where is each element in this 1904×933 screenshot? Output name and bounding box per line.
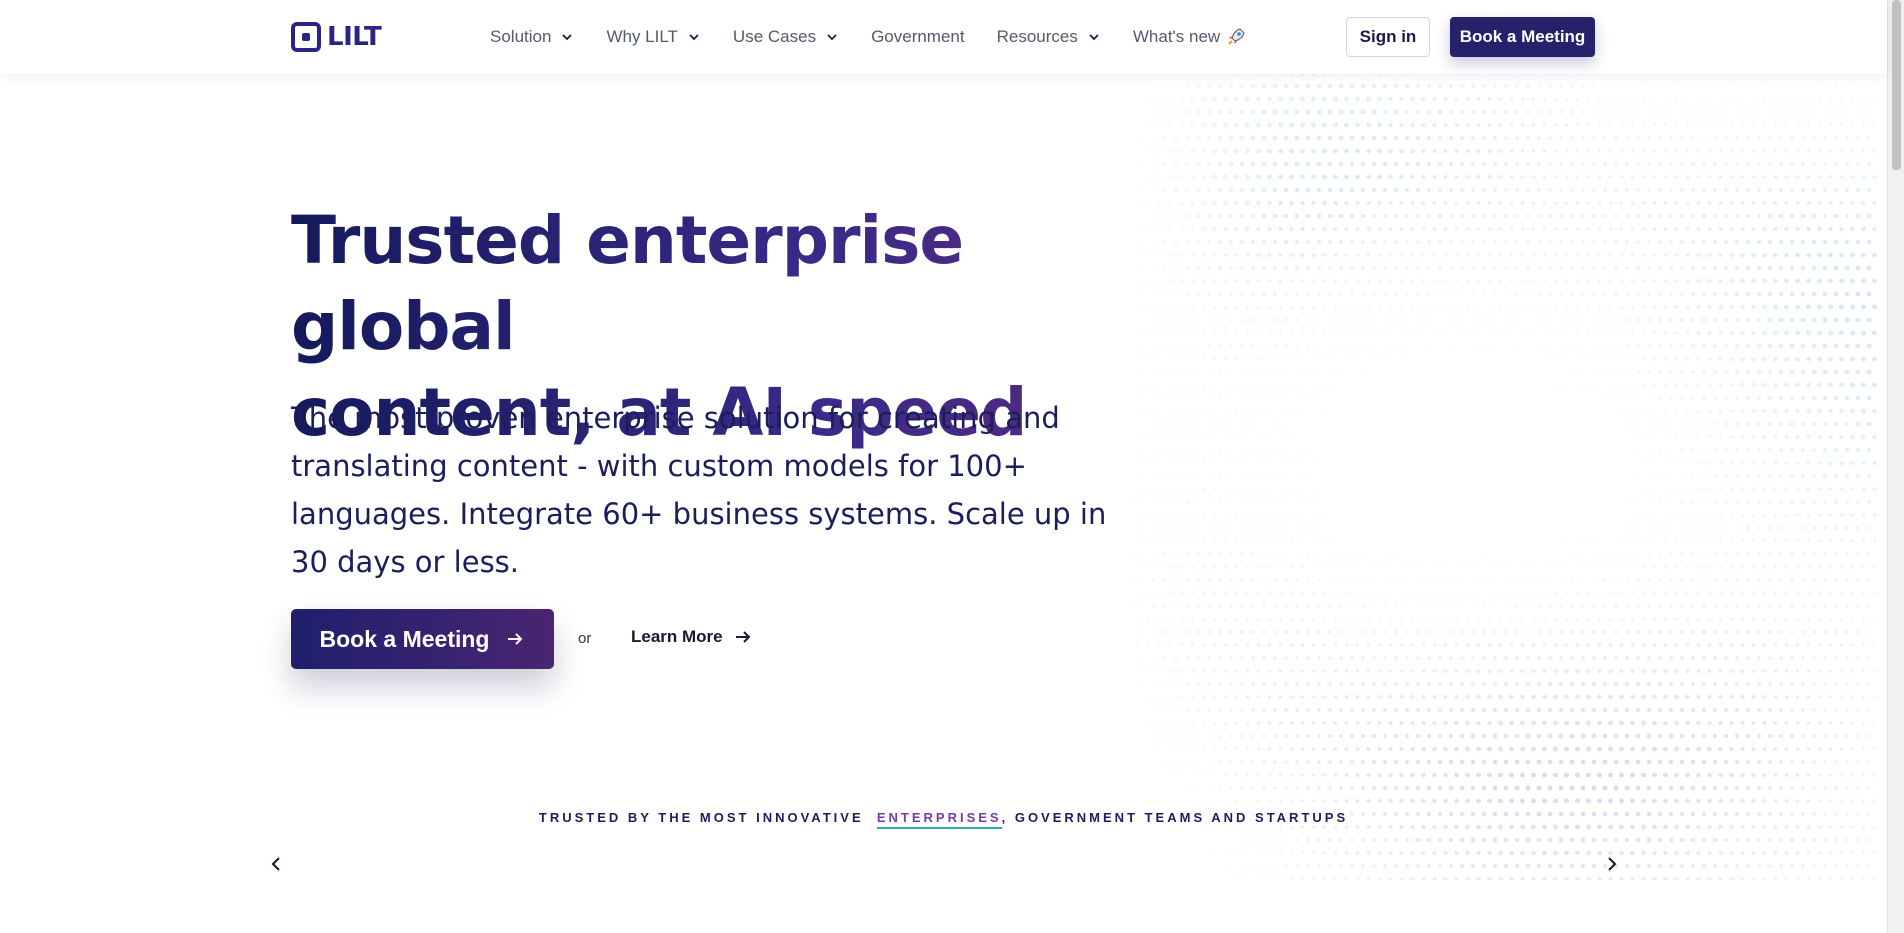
nav-solution[interactable]: Solution — [490, 27, 574, 47]
page-scrollbar[interactable] — [1887, 0, 1904, 933]
main-nav: Solution Why LILT Use Cases Government R… — [490, 0, 1278, 74]
hero-subtitle: The most proven enterprise solution for … — [291, 401, 1107, 579]
carousel-next-icon[interactable] — [1602, 855, 1620, 873]
nav-whats-new[interactable]: What's new — [1133, 27, 1246, 47]
trusted-suffix: , GOVERNMENT TEAMS AND STARTUPS — [1001, 810, 1349, 825]
carousel-prev-icon[interactable] — [268, 855, 286, 873]
nav-label: Use Cases — [732, 27, 817, 46]
scrollbar-thumb[interactable] — [1892, 0, 1901, 170]
nav-label: Government — [871, 27, 965, 46]
arrow-right-icon — [735, 631, 751, 643]
nav-label: Why LILT — [606, 27, 678, 46]
logo-mark-icon — [291, 22, 321, 52]
chevron-down-icon — [827, 34, 837, 41]
logo-text: LILT — [327, 22, 382, 52]
lilt-logo[interactable]: LILT — [291, 22, 382, 52]
sign-in-button[interactable]: Sign in — [1346, 17, 1430, 57]
nav-resources[interactable]: Resources — [997, 27, 1101, 47]
site-header: LILT Solution Why LILT Use Cases Governm… — [0, 0, 1887, 74]
learn-more-label: Learn More — [631, 627, 723, 646]
book-meeting-header-button[interactable]: Book a Meeting — [1450, 17, 1595, 57]
nav-government[interactable]: Government — [871, 27, 965, 47]
trusted-prefix: TRUSTED BY THE MOST INNOVATIVE — [538, 810, 864, 825]
nav-label: What's new — [1132, 27, 1221, 46]
nav-label: Resources — [996, 27, 1078, 46]
book-meeting-cta-button[interactable]: Book a Meeting — [291, 609, 554, 669]
background-globe-art — [1129, 60, 1877, 880]
chevron-down-icon — [562, 34, 573, 41]
chevron-down-icon — [689, 34, 699, 41]
trusted-highlight: ENTERPRISES — [876, 810, 1002, 829]
chevron-down-icon — [1089, 34, 1099, 41]
arrow-right-icon — [508, 633, 523, 645]
cta-label: Book a Meeting — [319, 625, 490, 652]
rocket-icon — [1228, 28, 1245, 45]
learn-more-link[interactable]: Learn More — [631, 627, 753, 647]
nav-label: Solution — [490, 27, 552, 46]
hero-title-line1: Trusted enterprise global — [291, 202, 964, 365]
nav-use-cases[interactable]: Use Cases — [733, 27, 839, 47]
nav-why-lilt[interactable]: Why LILT — [606, 27, 700, 47]
or-separator: or — [578, 630, 592, 647]
trusted-by-heading: TRUSTED BY THE MOST INNOVATIVE ENTERPRIS… — [0, 810, 1887, 829]
